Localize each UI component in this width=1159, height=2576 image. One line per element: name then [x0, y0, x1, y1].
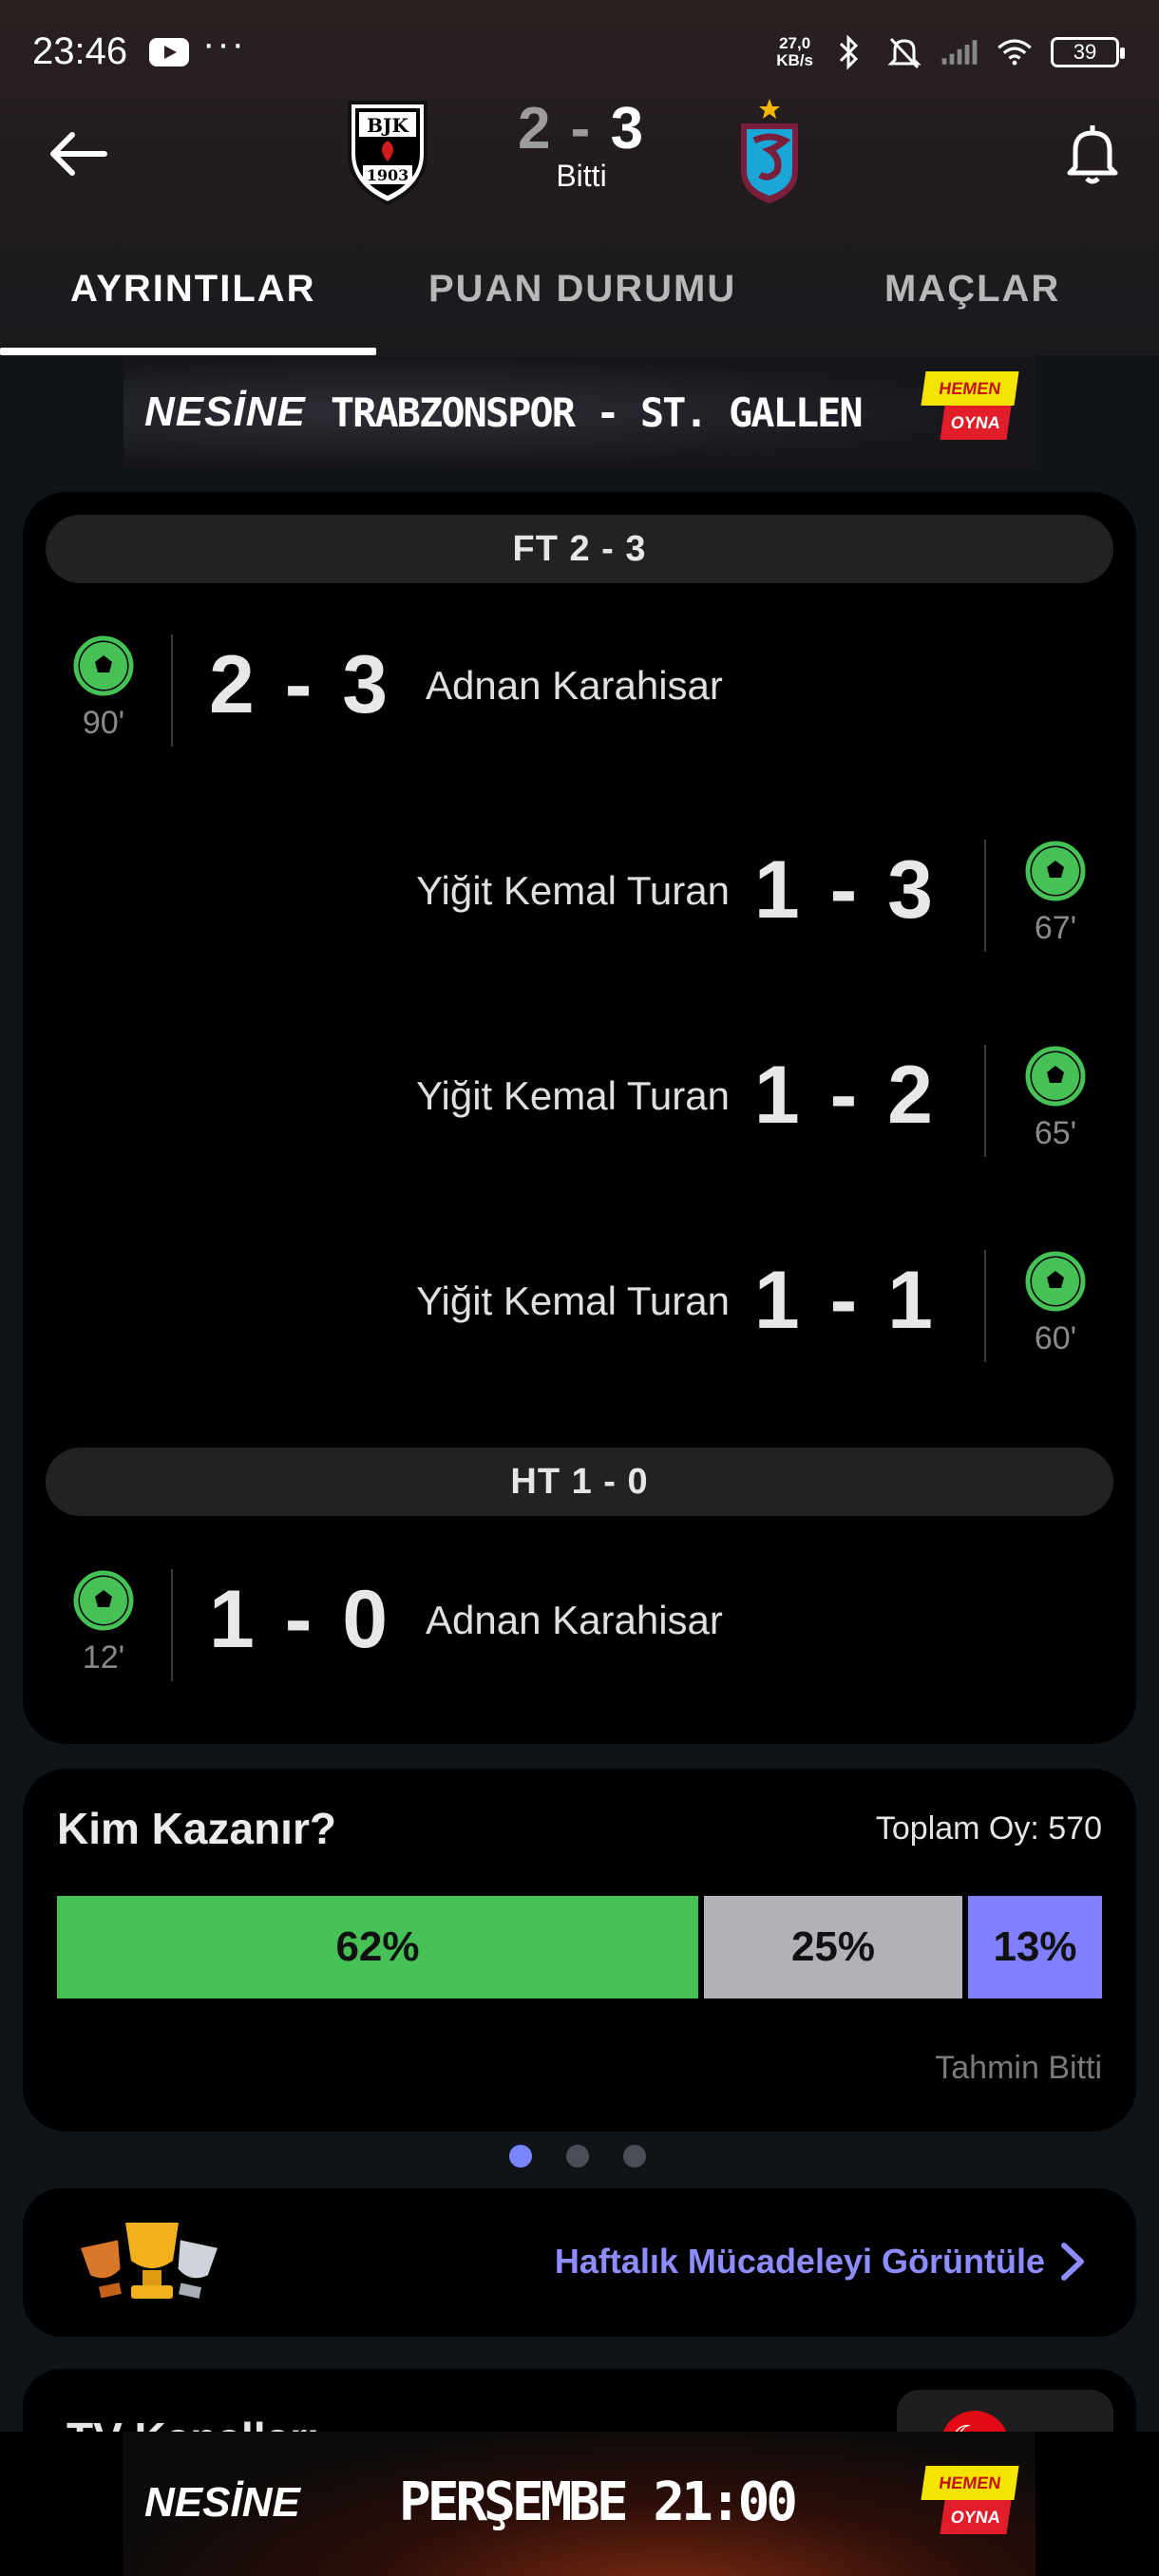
goal-score: 1 - 3	[753, 844, 937, 936]
prediction-card: Kim Kazanır? Toplam Oy: 570 62% 25% 13% …	[23, 1769, 1136, 2131]
home-win-bar[interactable]: 62%	[57, 1896, 698, 1998]
goal-event-row[interactable]: 65' 1 - 2 Yiğit Kemal Turan	[23, 1045, 1136, 1163]
goal-event-row[interactable]: 67' 1 - 3 Yiğit Kemal Turan	[23, 840, 1136, 957]
goal-minute: 67'	[1034, 910, 1077, 946]
status-icons: 27,0 KB/s 39	[776, 28, 1125, 76]
more-notifications-icon: ···	[202, 23, 246, 65]
football-icon	[1025, 1046, 1086, 1107]
tab-matches[interactable]: MAÇLAR	[884, 268, 1060, 311]
goal-score: 1 - 1	[753, 1255, 937, 1346]
goal-score: 2 - 3	[209, 639, 392, 730]
football-icon	[1025, 841, 1086, 901]
away-team-crest[interactable]	[722, 95, 817, 209]
trabzonspor-crest-icon	[741, 99, 798, 203]
notification-bell-button[interactable]	[1054, 116, 1130, 192]
goal-scorer: Yiğit Kemal Turan	[416, 1279, 730, 1323]
match-header: 23:46 ··· 27,0 KB/s 39 BJK 1903 2 - 3 Bi…	[0, 0, 1159, 356]
goal-minute: 60'	[1034, 1320, 1077, 1356]
score-separator: -	[570, 96, 593, 161]
goal-event-row[interactable]: 60' 1 - 1 Yiğit Kemal Turan	[23, 1250, 1136, 1368]
prediction-title: Kim Kazanır?	[57, 1804, 336, 1853]
ad-cta-top: HEMEN	[921, 2466, 1019, 2500]
match-status: Bitti	[556, 159, 607, 193]
svg-text:BJK: BJK	[367, 114, 408, 137]
tab-standings[interactable]: PUAN DURUMU	[428, 268, 736, 311]
ad-cta-badge[interactable]: HEMEN OYNA	[921, 2466, 1019, 2542]
prediction-status: Tahmin Bitti	[935, 2050, 1102, 2086]
svg-text:1903: 1903	[367, 166, 409, 184]
match-score: 2 - 3 Bitti	[475, 95, 688, 194]
ad-cta-badge[interactable]: HEMEN OYNA	[921, 371, 1019, 447]
pager-dot[interactable]	[623, 2145, 646, 2168]
weekly-challenge-card[interactable]: Haftalık Mücadeleyi Görüntüle	[23, 2188, 1136, 2337]
bottom-ad-content: NESİNE PERŞEMBE 21:00 HEMEN OYNA	[124, 2432, 1036, 2576]
wifi-icon	[996, 33, 1034, 71]
goal-event-row[interactable]: 90' 2 - 3 Adnan Karahisar	[23, 635, 1136, 752]
ad-cta-bottom: OYNA	[940, 2500, 1012, 2534]
ad-text: TRABZONSPOR - ST. GALLEN	[330, 388, 864, 436]
signal-icon	[940, 33, 978, 71]
battery-indicator: 39	[1051, 37, 1125, 67]
home-team-crest[interactable]: BJK 1903	[340, 95, 435, 209]
ad-brand-logo: NESİNE	[144, 2479, 300, 2526]
event-divider	[171, 1569, 173, 1681]
football-icon	[1025, 1251, 1086, 1312]
goal-minute: 12'	[82, 1639, 125, 1676]
goal-scorer: Yiğit Kemal Turan	[416, 868, 730, 913]
network-speed-unit: KB/s	[776, 51, 813, 69]
prediction-bars: 62% 25% 13%	[57, 1896, 1102, 1998]
bottom-ad-banner[interactable]: NESİNE PERŞEMBE 21:00 HEMEN OYNA	[0, 2432, 1159, 2576]
youtube-notification-icon	[149, 38, 189, 66]
besiktas-crest-icon: BJK 1903	[348, 101, 428, 206]
bluetooth-icon	[830, 33, 868, 71]
goal-scorer: Adnan Karahisar	[426, 1598, 723, 1642]
match-events-card: FT 2 - 3 90' 2 - 3 Adnan Karahisar 67' 1…	[23, 492, 1136, 1744]
event-divider	[984, 1250, 986, 1362]
away-score: 3	[610, 96, 646, 161]
top-ad-banner[interactable]: NESİNE TRABZONSPOR - ST. GALLEN HEMEN OY…	[124, 356, 1036, 468]
event-divider	[984, 840, 986, 952]
weekly-challenge-link[interactable]: Haftalık Mücadeleyi Görüntüle	[555, 2242, 1045, 2282]
goal-score: 1 - 2	[753, 1050, 937, 1141]
pager-dot[interactable]	[566, 2145, 589, 2168]
carousel-pager	[504, 2141, 656, 2169]
football-icon	[73, 635, 134, 696]
goal-event-row[interactable]: 12' 1 - 0 Adnan Karahisar	[23, 1569, 1136, 1687]
score-line: 2 - 3	[475, 95, 688, 162]
home-score: 2	[517, 96, 553, 161]
network-speed: 27,0 KB/s	[776, 35, 813, 69]
fulltime-label: FT 2 - 3	[46, 515, 1113, 583]
goal-minute: 65'	[1034, 1115, 1077, 1151]
ad-cta-top: HEMEN	[921, 371, 1019, 406]
tab-bar: AYRINTILAR PUAN DURUMU MAÇLAR	[0, 247, 1159, 356]
goal-score: 1 - 0	[209, 1574, 392, 1665]
tab-details[interactable]: AYRINTILAR	[70, 268, 316, 311]
active-tab-indicator	[0, 348, 376, 355]
event-divider	[984, 1045, 986, 1157]
back-button[interactable]	[42, 116, 118, 192]
network-speed-value: 27,0	[779, 34, 811, 52]
football-icon	[73, 1570, 134, 1631]
goal-minute: 90'	[82, 705, 125, 741]
trophies-icon	[81, 2223, 218, 2299]
status-time: 23:46	[32, 30, 128, 72]
event-divider	[171, 635, 173, 747]
mute-bell-icon	[885, 33, 923, 71]
halftime-label: HT 1 - 0	[46, 1448, 1113, 1516]
bell-icon	[1067, 125, 1118, 184]
goal-scorer: Yiğit Kemal Turan	[416, 1073, 730, 1118]
ad-text: PERŞEMBE 21:00	[399, 2472, 798, 2533]
ad-cta-bottom: OYNA	[940, 406, 1012, 440]
away-win-bar[interactable]: 13%	[968, 1896, 1102, 1998]
pager-dot[interactable]	[509, 2145, 532, 2168]
goal-scorer: Adnan Karahisar	[426, 663, 723, 708]
prediction-total-votes: Toplam Oy: 570	[875, 1810, 1102, 1847]
status-bar: 23:46 ··· 27,0 KB/s 39	[0, 0, 1159, 104]
ad-brand-logo: NESİNE	[144, 388, 306, 435]
back-arrow-icon	[50, 132, 107, 176]
draw-bar[interactable]: 25%	[704, 1896, 962, 1998]
chevron-right-icon	[1061, 2243, 1084, 2281]
